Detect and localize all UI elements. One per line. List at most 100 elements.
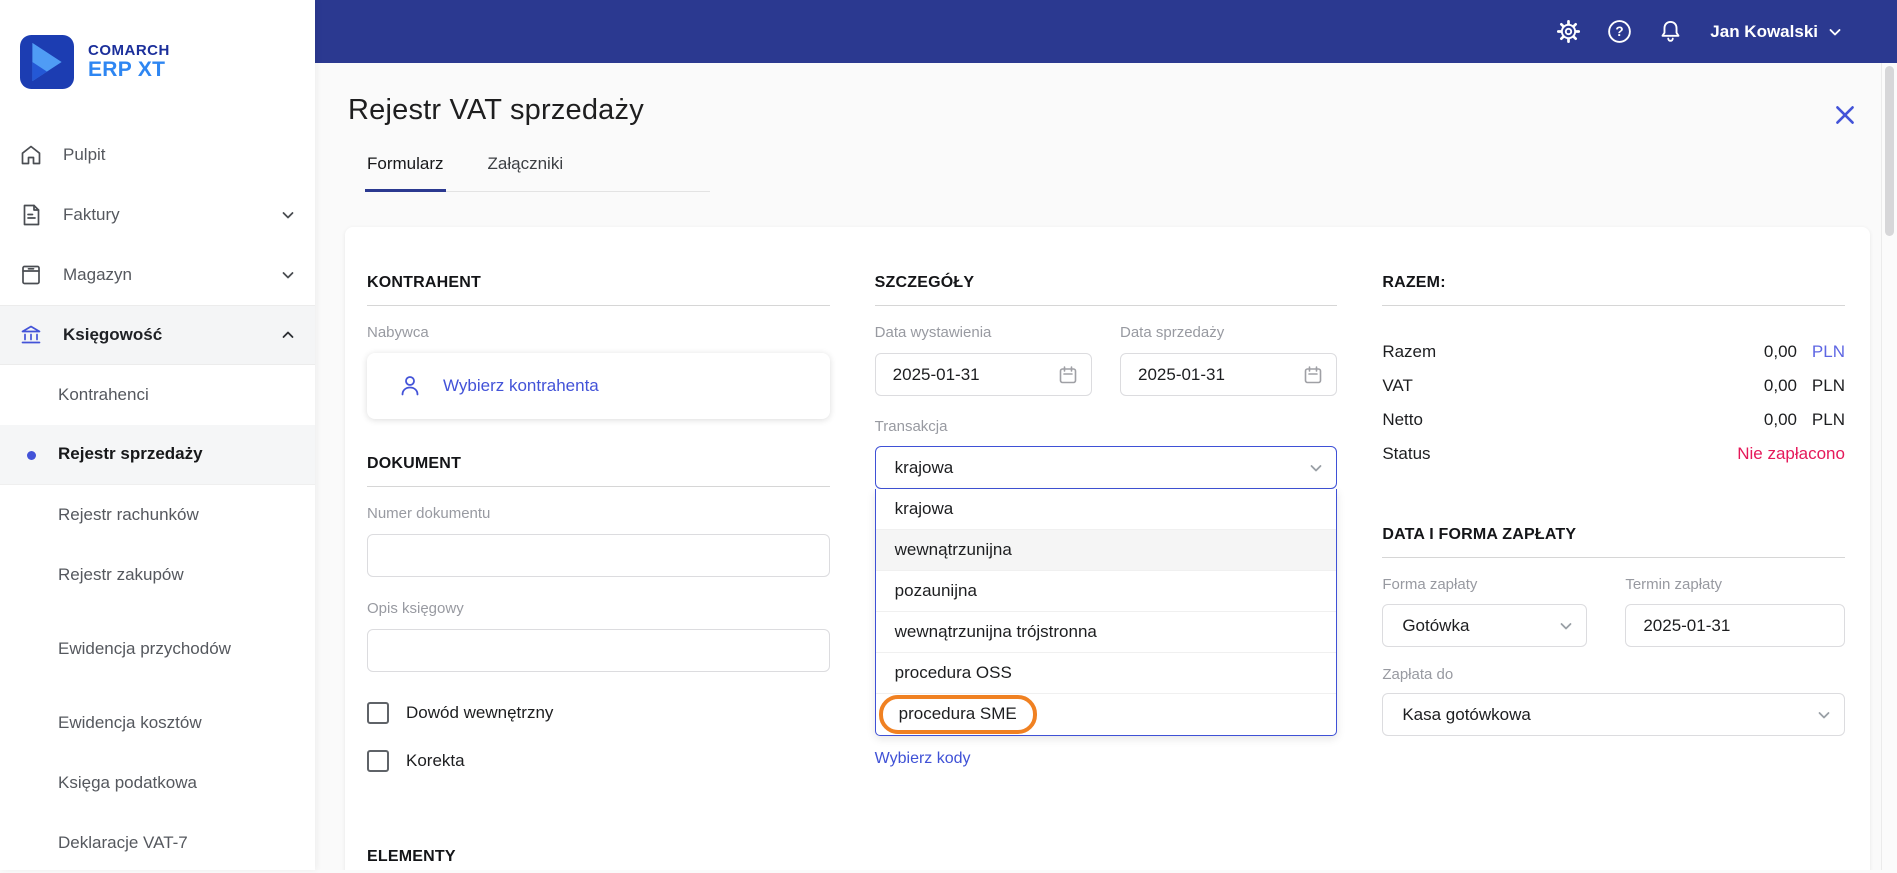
sum-label: Razem [1382, 342, 1437, 361]
bell-icon[interactable] [1657, 18, 1684, 45]
select-codes-link[interactable]: Wybierz kody [875, 750, 971, 768]
dates-row: Data wystawienia 2025-01-31 Data sprzeda… [874, 306, 1338, 396]
logo-text: COMARCH ERP XT [88, 41, 170, 82]
description-input[interactable] [367, 629, 830, 672]
sidebar-item-label: Deklaracje VAT-7 [58, 832, 188, 852]
payment-form-select[interactable]: Gotówka [1382, 604, 1588, 647]
section-title-elementy: ELEMENTY [367, 848, 1845, 870]
sale-date-field: Data sprzedaży 2025-01-31 [1120, 306, 1338, 396]
sidebar-item-pulpit[interactable]: Pulpit [0, 125, 315, 185]
chevron-down-icon [1818, 711, 1830, 718]
transaction-label: Transakcja [874, 418, 948, 435]
sidebar-item-label: Księga podatkowa [58, 772, 197, 792]
chevron-up-icon [282, 331, 294, 338]
column-kontrahent: KONTRAHENT Nabywca Wybierz kontrahenta D… [367, 274, 830, 772]
sidebar-item-rejestr-zakupow[interactable]: Rejestr zakupów [0, 545, 315, 605]
payment-fields-row: Forma zapłaty Gotówka Termin zapłaty 202… [1382, 558, 1845, 647]
sale-date-input[interactable]: 2025-01-31 [1120, 353, 1338, 396]
sidebar-nav: Pulpit Faktury Magazyn Księgowość Kontra… [0, 125, 315, 873]
user-name: Jan Kowalski [1710, 21, 1818, 41]
pay-to-select[interactable]: Kasa gotówkowa [1382, 693, 1845, 736]
logo-brand: COMARCH [88, 41, 170, 59]
sidebar-item-ewidencja-kosztow[interactable]: Ewidencja kosztów [0, 693, 315, 753]
transaction-option-wewnatrzunijna-trojstronna[interactable]: wewnątrzunijna trójstronna [875, 612, 1337, 653]
sidebar-item-rejestr-rachunkow[interactable]: Rejestr rachunków [0, 485, 315, 545]
correction-checkbox[interactable] [367, 750, 389, 772]
sidebar-item-ewidencja-przychodow[interactable]: Ewidencja przychodów [0, 605, 315, 693]
logo-product: ERP XT [88, 57, 166, 81]
correction-checkbox-row[interactable]: Korekta [367, 750, 830, 772]
sidebar-item-faktury[interactable]: Faktury [0, 185, 315, 245]
sidebar-item-label: Ewidencja kosztów [58, 712, 202, 732]
internal-proof-checkbox-row[interactable]: Dowód wewnętrzny [367, 702, 830, 724]
column-razem: RAZEM: Razem 0,00 PLN VAT 0,00 PLN Netto… [1382, 274, 1845, 772]
payment-form-field: Forma zapłaty Gotówka [1382, 558, 1588, 647]
sum-currency: PLN [1811, 410, 1845, 429]
content-area: Rejestr VAT sprzedaży Formularz Załączni… [315, 63, 1897, 870]
sum-row-netto: Netto 0,00 PLN [1382, 410, 1845, 430]
sidebar-item-deklaracje-vat7[interactable]: Deklaracje VAT-7 [0, 813, 315, 873]
select-contractor-button[interactable]: Wybierz kontrahenta [367, 353, 830, 419]
tab-bar: Formularz Załączniki [365, 154, 711, 192]
sidebar-item-label: Księgowość [63, 325, 163, 344]
due-date-label: Termin zapłaty [1625, 576, 1723, 593]
sidebar-item-rejestr-sprzedazy[interactable]: Rejestr sprzedaży [0, 425, 315, 485]
form-card: KONTRAHENT Nabywca Wybierz kontrahenta D… [345, 227, 1870, 870]
chevron-down-icon [282, 212, 294, 219]
topbar: ? Jan Kowalski [315, 0, 1897, 63]
comarch-logo-icon [20, 35, 74, 89]
sale-date-value: 2025-01-31 [1138, 364, 1225, 384]
chevron-down-icon [1560, 622, 1572, 629]
due-date-input[interactable]: 2025-01-31 [1625, 604, 1845, 647]
chevron-down-icon [1829, 28, 1841, 35]
user-menu[interactable]: Jan Kowalski [1710, 22, 1843, 42]
transaction-value: krajowa [894, 457, 954, 477]
sum-label: Netto [1382, 410, 1423, 429]
internal-proof-checkbox[interactable] [367, 702, 389, 724]
section-elementy: ELEMENTY [367, 848, 1845, 870]
doc-number-label: Numer dokumentu [367, 505, 491, 522]
sidebar-item-ksiegowosc[interactable]: Księgowość [0, 305, 315, 365]
sidebar-item-label: Rejestr zakupów [58, 564, 184, 584]
sum-value: 0,00 [1763, 376, 1797, 395]
sidebar-item-label: Rejestr rachunków [58, 504, 199, 524]
transaction-option-wewnatrzunijna[interactable]: wewnątrzunijna [875, 530, 1337, 571]
sidebar-item-label: Ewidencja przychodów [58, 638, 231, 658]
calendar-icon[interactable] [1057, 364, 1079, 386]
currency-selector[interactable]: PLN [1797, 342, 1845, 362]
question-mark-circle-icon[interactable]: ? [1606, 18, 1633, 45]
scrollbar-thumb[interactable] [1885, 66, 1894, 236]
sidebar-item-label: Rejestr sprzedaży [58, 444, 203, 464]
doc-number-input[interactable] [367, 534, 830, 577]
close-icon[interactable] [1832, 102, 1858, 128]
tab-zalaczniki[interactable]: Załączniki [486, 154, 566, 191]
issue-date-input[interactable]: 2025-01-31 [874, 353, 1092, 396]
transaction-option-procedura-oss[interactable]: procedura OSS [875, 653, 1337, 694]
transaction-option-pozaunijna[interactable]: pozaunijna [875, 571, 1337, 612]
transaction-select[interactable]: krajowa [874, 446, 1338, 489]
sidebar-item-kontrahenci[interactable]: Kontrahenci [0, 365, 315, 425]
sidebar-item-ksiega-podatkowa[interactable]: Księga podatkowa [0, 753, 315, 813]
sidebar-item-magazyn[interactable]: Magazyn [0, 245, 315, 305]
section-title-kontrahent: KONTRAHENT [367, 274, 830, 306]
invoice-icon [23, 204, 40, 226]
sidebar-item-label: Magazyn [63, 265, 132, 284]
chevron-down-icon [282, 272, 294, 279]
sum-row-vat: VAT 0,00 PLN [1382, 376, 1845, 396]
transaction-option-krajowa[interactable]: krajowa [875, 489, 1337, 530]
section-title-szczegoly: SZCZEGÓŁY [874, 274, 1338, 306]
chevron-down-icon [1310, 464, 1322, 471]
gear-icon[interactable] [1555, 18, 1582, 45]
calendar-icon[interactable] [1302, 364, 1324, 386]
vertical-scrollbar[interactable] [1881, 63, 1897, 870]
logo[interactable]: COMARCH ERP XT [0, 0, 315, 92]
transaction-option-procedura-sme[interactable]: procedura SME [876, 694, 1337, 735]
active-item-dot [27, 450, 36, 460]
page-title: Rejestr VAT sprzedaży [348, 94, 644, 126]
tab-formularz[interactable]: Formularz [365, 154, 446, 192]
column-szczegoly: SZCZEGÓŁY Data wystawienia 2025-01-31 Da… [874, 274, 1338, 772]
status-badge: Nie zapłacono [1737, 444, 1845, 463]
payment-form-label: Forma zapłaty [1382, 576, 1478, 593]
sum-value: 0,00 [1763, 410, 1797, 429]
sum-currency: PLN [1811, 376, 1845, 395]
